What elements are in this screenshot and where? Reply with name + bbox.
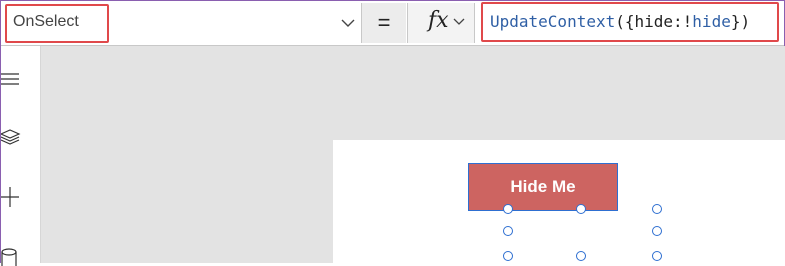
tree-view-icon[interactable] [1,68,23,90]
property-highlight-box [5,4,109,43]
resize-handle-bottom[interactable] [576,251,586,261]
chevron-down-icon[interactable] [340,15,356,31]
fx-icon: fx [428,8,449,33]
insert-plus-icon[interactable] [1,186,23,208]
formula-input[interactable]: UpdateContext({hide:!hide}) [481,2,779,42]
formula-identifier: hide [692,12,731,31]
resize-handle-bottom-right[interactable] [652,251,662,261]
left-rail [1,46,41,266]
hide-me-button[interactable]: Hide Me [468,163,618,211]
resize-handle-top-left[interactable] [503,204,513,214]
resize-handle-left[interactable] [503,226,513,236]
formula-function: UpdateContext [490,12,616,31]
resize-handle-right[interactable] [652,226,662,236]
formula-key: hide:! [634,12,693,31]
resize-handle-bottom-left[interactable] [503,251,513,261]
chevron-down-icon [453,18,465,25]
app-window: OnSelect = fx UpdateContext({hide:!hide}… [0,0,785,266]
fx-button[interactable]: fx [407,3,475,43]
resize-handle-top-right[interactable] [652,204,662,214]
resize-handle-top[interactable] [576,204,586,214]
canvas-area[interactable] [41,46,785,263]
formula-text: UpdateContext({hide:!hide}) [490,12,750,31]
property-dropdown[interactable]: OnSelect [3,3,359,43]
formula-close: }) [730,12,751,31]
layers-icon[interactable] [1,126,23,148]
formula-open: ({ [615,12,635,31]
equals-sign: = [362,3,406,43]
formula-bar: OnSelect = fx UpdateContext({hide:!hide}… [1,1,784,46]
